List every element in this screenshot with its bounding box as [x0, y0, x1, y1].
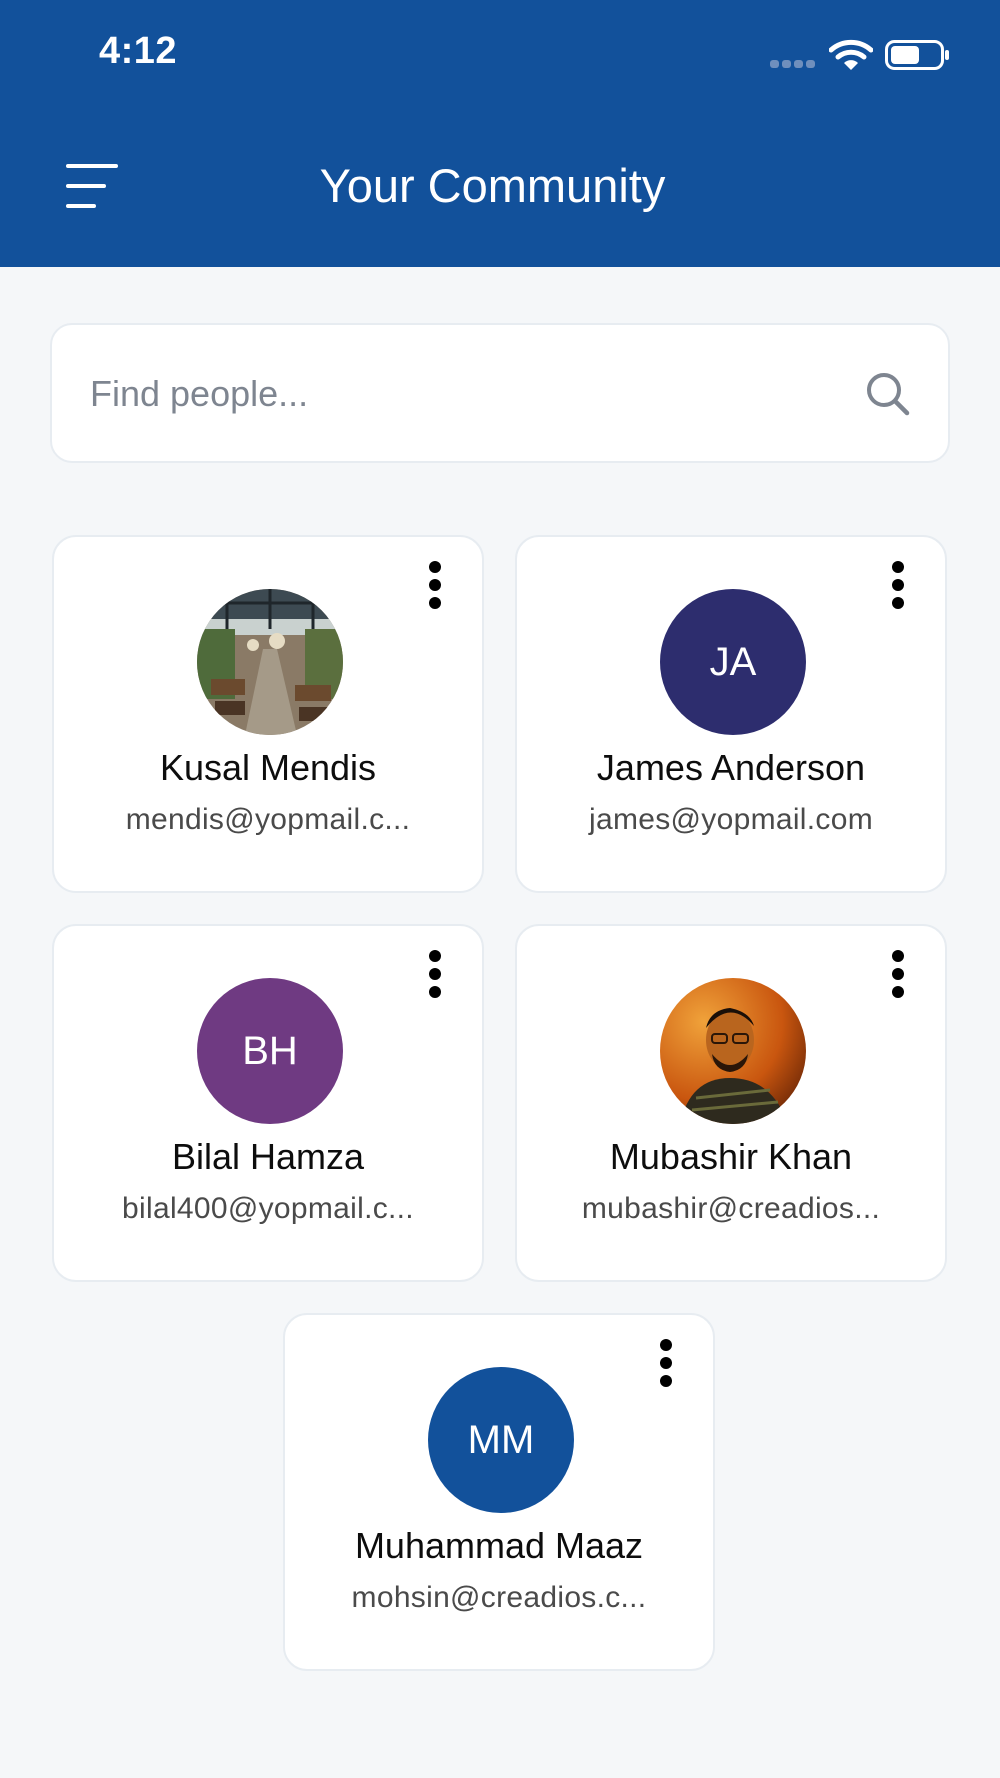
wifi-icon — [829, 39, 873, 70]
cellular-signal-icon — [770, 60, 816, 68]
person-name: Bilal Hamza — [171, 1136, 365, 1177]
person-name: Mubashir Khan — [609, 1136, 853, 1177]
person-name: Kusal Mendis — [159, 747, 377, 788]
person-email: james@yopmail.com — [589, 803, 873, 836]
person-email: mohsin@creadios.c... — [351, 1581, 647, 1614]
avatar-initials: JA — [709, 639, 757, 684]
avatar-initials: MM — [467, 1417, 535, 1462]
battery-icon — [885, 40, 949, 70]
search-input[interactable] — [88, 361, 852, 427]
search-icon[interactable] — [864, 370, 912, 418]
avatar — [660, 978, 806, 1124]
more-options-icon[interactable] — [653, 1333, 679, 1393]
avatar-initials: BH — [242, 1028, 298, 1073]
avatar: MM — [428, 1367, 574, 1513]
search-bar — [50, 323, 950, 463]
person-card[interactable]: MM Muhammad Maaz mohsin@creadios.c... — [283, 1313, 715, 1671]
more-options-icon[interactable] — [422, 555, 448, 615]
person-card[interactable]: BH Bilal Hamza bilal400@yopmail.c... — [52, 924, 484, 1282]
more-options-icon[interactable] — [885, 555, 911, 615]
app-header: 4:12 Your Community — [0, 0, 1000, 267]
person-card[interactable]: JA James Anderson james@yopmail.com — [515, 535, 947, 893]
page-title: Your Community — [319, 159, 666, 212]
person-card[interactable]: Kusal Mendis mendis@yopmail.c... — [52, 535, 484, 893]
more-options-icon[interactable] — [422, 944, 448, 1004]
person-email: mendis@yopmail.c... — [125, 803, 411, 836]
person-card[interactable]: Mubashir Khan mubashir@creadios... — [515, 924, 947, 1282]
avatar: BH — [197, 978, 343, 1124]
person-name: James Anderson — [596, 747, 866, 788]
person-name: Muhammad Maaz — [354, 1525, 644, 1566]
person-email: mubashir@creadios... — [581, 1192, 881, 1225]
avatar: JA — [660, 589, 806, 735]
avatar — [197, 589, 343, 735]
status-time: 4:12 — [99, 30, 178, 72]
more-options-icon[interactable] — [885, 944, 911, 1004]
person-email: bilal400@yopmail.c... — [122, 1192, 414, 1225]
